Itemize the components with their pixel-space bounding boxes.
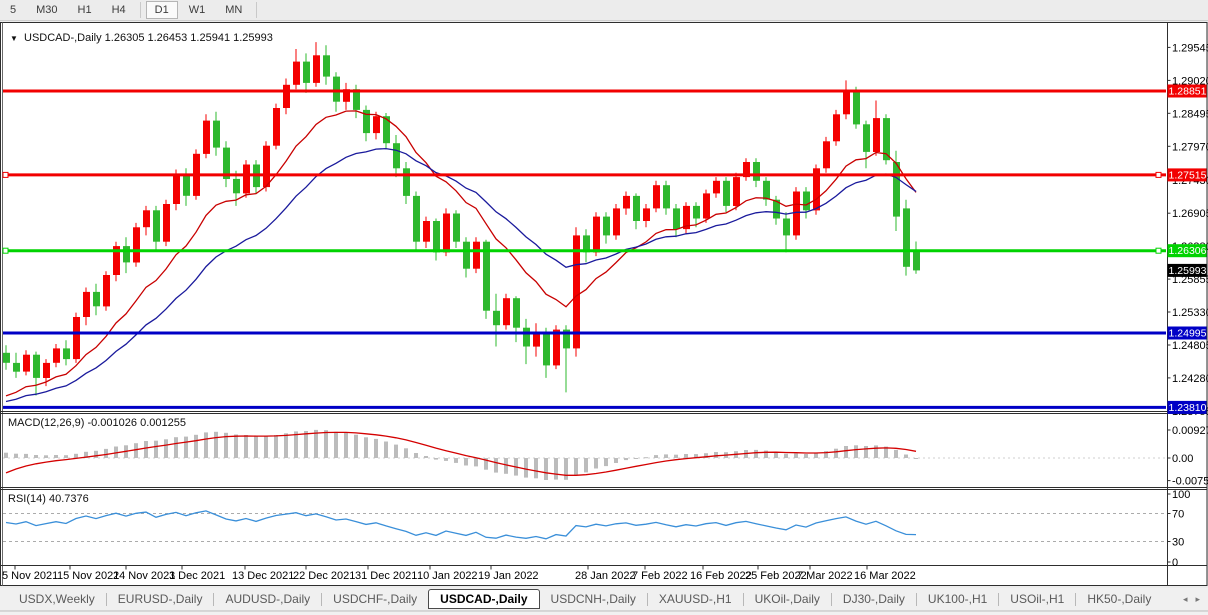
chart-window: ▼ USDCAD-,Daily 1.26305 1.26453 1.25941 1… bbox=[0, 22, 1208, 586]
price-axis-label: 1.28495 bbox=[1172, 108, 1208, 120]
timeframe-button-mn[interactable]: MN bbox=[216, 1, 251, 19]
price-axis-label: 1.24805 bbox=[1172, 340, 1208, 352]
chart-tab-usoil-h1[interactable]: USOil-,H1 bbox=[1001, 590, 1073, 608]
line-handle[interactable] bbox=[2, 247, 9, 254]
chart-tab-usdx-weekly[interactable]: USDX,Weekly bbox=[10, 590, 104, 608]
rsi-axis-label: 70 bbox=[1172, 509, 1184, 521]
line-handle[interactable] bbox=[2, 171, 9, 178]
toolbar-separator bbox=[139, 2, 141, 18]
date-axis-label: 24 Nov 2021 bbox=[113, 570, 175, 582]
chart-tab-uk100-h1[interactable]: UK100-,H1 bbox=[919, 590, 996, 608]
tab-scroll-right-icon[interactable]: ▸ bbox=[1195, 594, 1200, 605]
rsi-axis-label: 0 bbox=[1172, 557, 1178, 569]
svg-text:1.23810: 1.23810 bbox=[1169, 402, 1207, 414]
date-axis-label: 28 Jan 2022 bbox=[575, 570, 636, 582]
macd-axis-label: -0.007504 bbox=[1172, 476, 1208, 488]
date-axis-label: 7 Feb 2022 bbox=[632, 570, 688, 582]
timeframe-toolbar: 5 M30 H1 H4 D1 W1 MN bbox=[0, 0, 1208, 21]
chart-tab-usdchf-daily[interactable]: USDCHF-,Daily bbox=[324, 590, 426, 608]
price-badge-1.24995: 1.24995 bbox=[1167, 326, 1207, 340]
date-axis-label: 15 Nov 2021 bbox=[57, 570, 119, 582]
price-axis-label: 1.27970 bbox=[1172, 141, 1208, 153]
rsi-axis-label: 30 bbox=[1172, 537, 1184, 549]
price-axis-label: 1.24280 bbox=[1172, 373, 1208, 385]
rsi-axis-label: 100 bbox=[1172, 489, 1190, 501]
chart-tab-hk50-daily[interactable]: HK50-,Daily bbox=[1078, 590, 1160, 608]
tab-separator bbox=[742, 592, 744, 606]
date-axis-label: 7 Mar 2022 bbox=[797, 570, 853, 582]
date-axis-label: 16 Mar 2022 bbox=[854, 570, 916, 582]
date-axis-label: 22 Dec 2021 bbox=[293, 570, 355, 582]
symbol-tab-bar: USDX,Weekly EURUSD-,Daily AUDUSD-,Daily USD… bbox=[0, 588, 1208, 611]
timeframe-button-d1[interactable]: D1 bbox=[145, 1, 178, 19]
date-axis-label: 3 Dec 2021 bbox=[169, 570, 225, 582]
symbol-dropdown-icon[interactable]: ▼ bbox=[10, 34, 18, 43]
price-badge-1.27515: 1.27515 bbox=[1167, 168, 1207, 182]
price-axis-label: 1.25330 bbox=[1172, 307, 1208, 319]
date-axis-label: 16 Feb 2022 bbox=[690, 570, 752, 582]
chart-tab-usdcnh-daily[interactable]: USDCNH-,Daily bbox=[542, 590, 645, 608]
macd-axis-label: 0.009278 bbox=[1172, 425, 1208, 437]
current-price-badge: 1.25993 bbox=[1167, 263, 1207, 277]
chart-title: USDCAD-,Daily 1.26305 1.26453 1.25941 1.… bbox=[24, 32, 273, 44]
line-handle[interactable] bbox=[1155, 171, 1162, 178]
chart-tab-dj30-daily[interactable]: DJ30-,Daily bbox=[834, 590, 914, 608]
tab-separator bbox=[646, 592, 648, 606]
timeframe-button-h1[interactable]: H1 bbox=[69, 1, 101, 19]
date-axis-label: 13 Dec 2021 bbox=[232, 570, 294, 582]
date-axis-label: 10 Jan 2022 bbox=[417, 570, 478, 582]
chart-tab-eurusd-daily[interactable]: EURUSD-,Daily bbox=[109, 590, 212, 608]
macd-axis-label: 0.00 bbox=[1172, 453, 1193, 465]
rsi-label: RSI(14) 40.7376 bbox=[8, 493, 89, 505]
toolbar-separator bbox=[256, 2, 258, 18]
timeframe-button-m30[interactable]: M30 bbox=[27, 1, 66, 19]
svg-text:1.28851: 1.28851 bbox=[1169, 86, 1207, 98]
price-badge-1.28851: 1.28851 bbox=[1167, 84, 1207, 98]
line-handle[interactable] bbox=[1155, 247, 1162, 254]
date-axis-label: 19 Jan 2022 bbox=[478, 570, 539, 582]
svg-text:1.26306: 1.26306 bbox=[1169, 245, 1207, 257]
tab-separator bbox=[830, 592, 832, 606]
svg-text:1.24995: 1.24995 bbox=[1169, 328, 1207, 340]
price-badge-1.26306: 1.26306 bbox=[1167, 244, 1207, 258]
chart-tab-xauusd-h1[interactable]: XAUUSD-,H1 bbox=[650, 590, 741, 608]
price-axis-label: 1.29545 bbox=[1172, 42, 1208, 54]
chart-tab-audusd-daily[interactable]: AUDUSD-,Daily bbox=[216, 590, 319, 608]
chart-tab-usdcad-daily[interactable]: USDCAD-,Daily bbox=[428, 589, 540, 609]
tab-separator bbox=[1075, 592, 1077, 606]
chart-window-frame bbox=[0, 22, 1208, 586]
date-axis-label: 5 Nov 2021 bbox=[2, 570, 58, 582]
tab-separator bbox=[998, 592, 1000, 606]
tab-separator bbox=[213, 592, 215, 606]
price-badge-1.23810: 1.23810 bbox=[1167, 400, 1207, 414]
svg-text:1.27515: 1.27515 bbox=[1169, 169, 1207, 181]
date-axis-label: 31 Dec 2021 bbox=[355, 570, 417, 582]
timeframe-button-5[interactable]: 5 bbox=[1, 1, 25, 19]
price-axis-label: 1.26905 bbox=[1172, 208, 1208, 220]
timeframe-button-w1[interactable]: W1 bbox=[180, 1, 215, 19]
tab-separator bbox=[915, 592, 917, 606]
tab-separator bbox=[105, 592, 107, 606]
mt4-application: 5 M30 H1 H4 D1 W1 MN ▼ USDCAD-,Daily 1.26305 1.… bbox=[0, 0, 1208, 615]
macd-label: MACD(12,26,9) -0.001026 0.001255 bbox=[8, 417, 186, 429]
status-strip bbox=[0, 611, 1208, 615]
tab-separator bbox=[321, 592, 323, 606]
svg-text:1.25993: 1.25993 bbox=[1169, 265, 1207, 277]
chart-tab-ukoil-daily[interactable]: UKOil-,Daily bbox=[746, 590, 829, 608]
timeframe-button-h4[interactable]: H4 bbox=[103, 1, 135, 19]
tab-scroll-left-icon[interactable]: ◂ bbox=[1183, 594, 1188, 605]
